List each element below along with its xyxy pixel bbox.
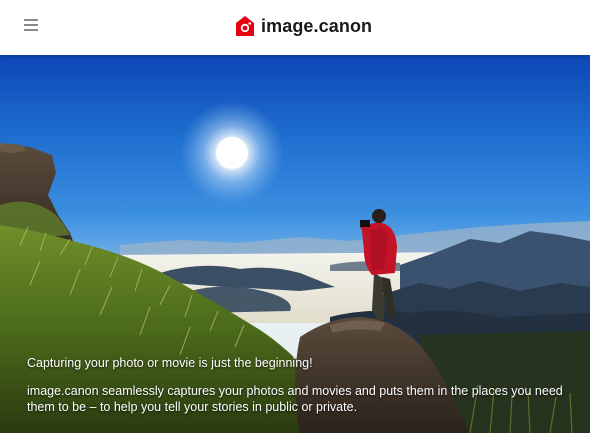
hero-photo [0,101,590,433]
camera-house-icon [236,16,254,36]
logo-text: image.canon [261,15,373,36]
site-header: image.canon [0,0,590,55]
site-logo[interactable]: image.canon [233,13,372,39]
hamburger-menu-icon[interactable] [22,16,42,34]
hero-banner: Capturing your photo or movie is just th… [0,55,590,433]
hero-headline: Capturing your photo or movie is just th… [27,356,313,370]
hero-description: image.canon seamlessly captures your pho… [27,384,563,414]
